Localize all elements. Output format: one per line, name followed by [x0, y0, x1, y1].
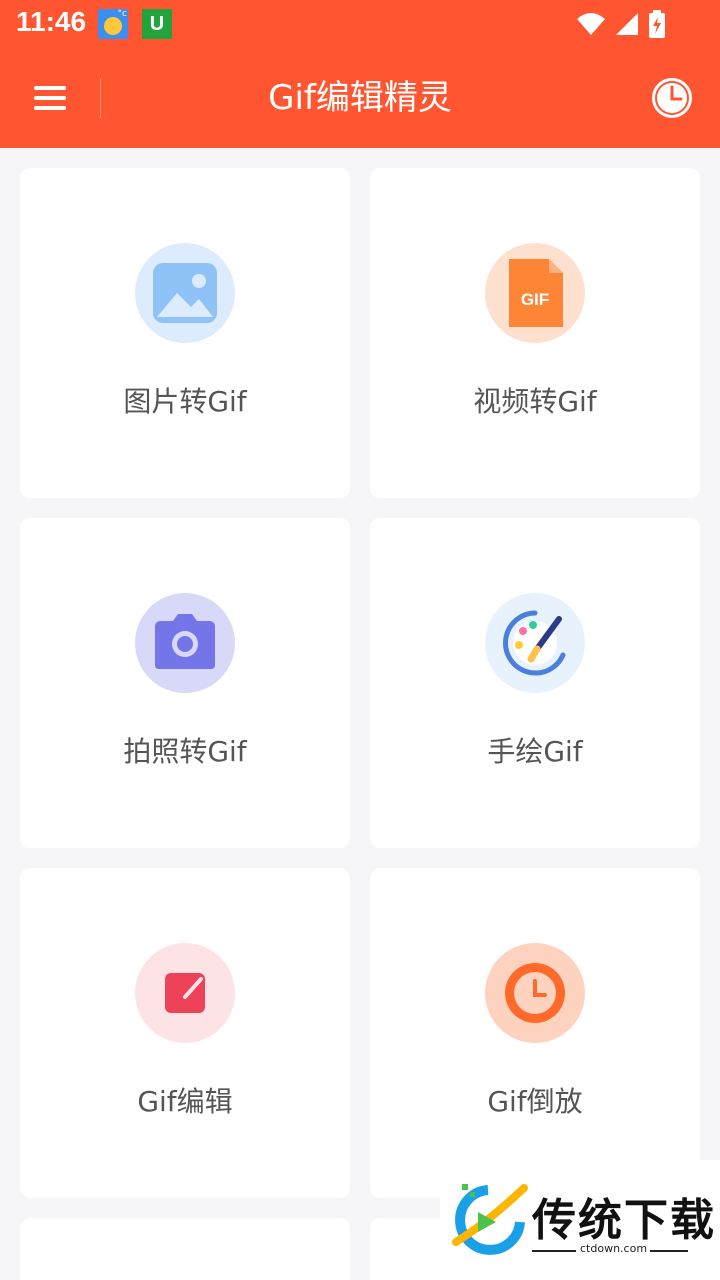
camera-icon [135, 593, 235, 693]
watermark-line [650, 1250, 688, 1252]
feature-card-partial[interactable] [20, 1218, 350, 1280]
paint-palette-icon [485, 593, 585, 693]
status-icons [576, 10, 666, 38]
edit-icon [135, 943, 235, 1043]
status-time: 11:46 [16, 6, 87, 37]
feature-label: Gif编辑 [137, 1085, 233, 1118]
feature-label: 图片转Gif [123, 385, 247, 418]
watermark: 传统下载 ctdown.com [440, 1160, 720, 1280]
watermark-line [532, 1250, 576, 1252]
clock-icon [485, 943, 585, 1043]
status-bar: 11:46 °c U [0, 0, 720, 48]
watermark-text: 传统下载 [532, 1195, 716, 1246]
watermark-logo-icon [452, 1184, 528, 1255]
feature-label: 手绘Gif [487, 735, 583, 768]
page-title: Gif编辑精灵 [268, 78, 452, 118]
signal-icon [616, 13, 638, 35]
feature-label: 拍照转Gif [123, 735, 247, 768]
svg-text:GIF: GIF [521, 290, 549, 309]
battery-charging-icon [649, 10, 665, 38]
feature-label: Gif倒放 [487, 1085, 583, 1118]
feature-card-video-to-gif[interactable]: GIF 视频转Gif [370, 168, 700, 498]
image-icon [135, 243, 235, 343]
watermark-url: ctdown.com [580, 1242, 648, 1255]
weather-notification-icon: °c [98, 9, 128, 39]
wifi-icon [577, 13, 605, 35]
gif-file-icon: GIF [485, 243, 585, 343]
feature-card-photo-to-gif[interactable]: 拍照转Gif [20, 518, 350, 848]
app-bar: Gif编辑精灵 [0, 48, 720, 148]
feature-card-gif-reverse[interactable]: Gif倒放 [370, 868, 700, 1198]
app-notification-icon: U [142, 9, 172, 39]
feature-card-image-to-gif[interactable]: 图片转Gif [20, 168, 350, 498]
feature-label: 视频转Gif [473, 385, 597, 418]
feature-card-gif-edit[interactable]: Gif编辑 [20, 868, 350, 1198]
feature-card-hand-draw-gif[interactable]: 手绘Gif [370, 518, 700, 848]
history-clock-icon[interactable] [650, 76, 694, 120]
